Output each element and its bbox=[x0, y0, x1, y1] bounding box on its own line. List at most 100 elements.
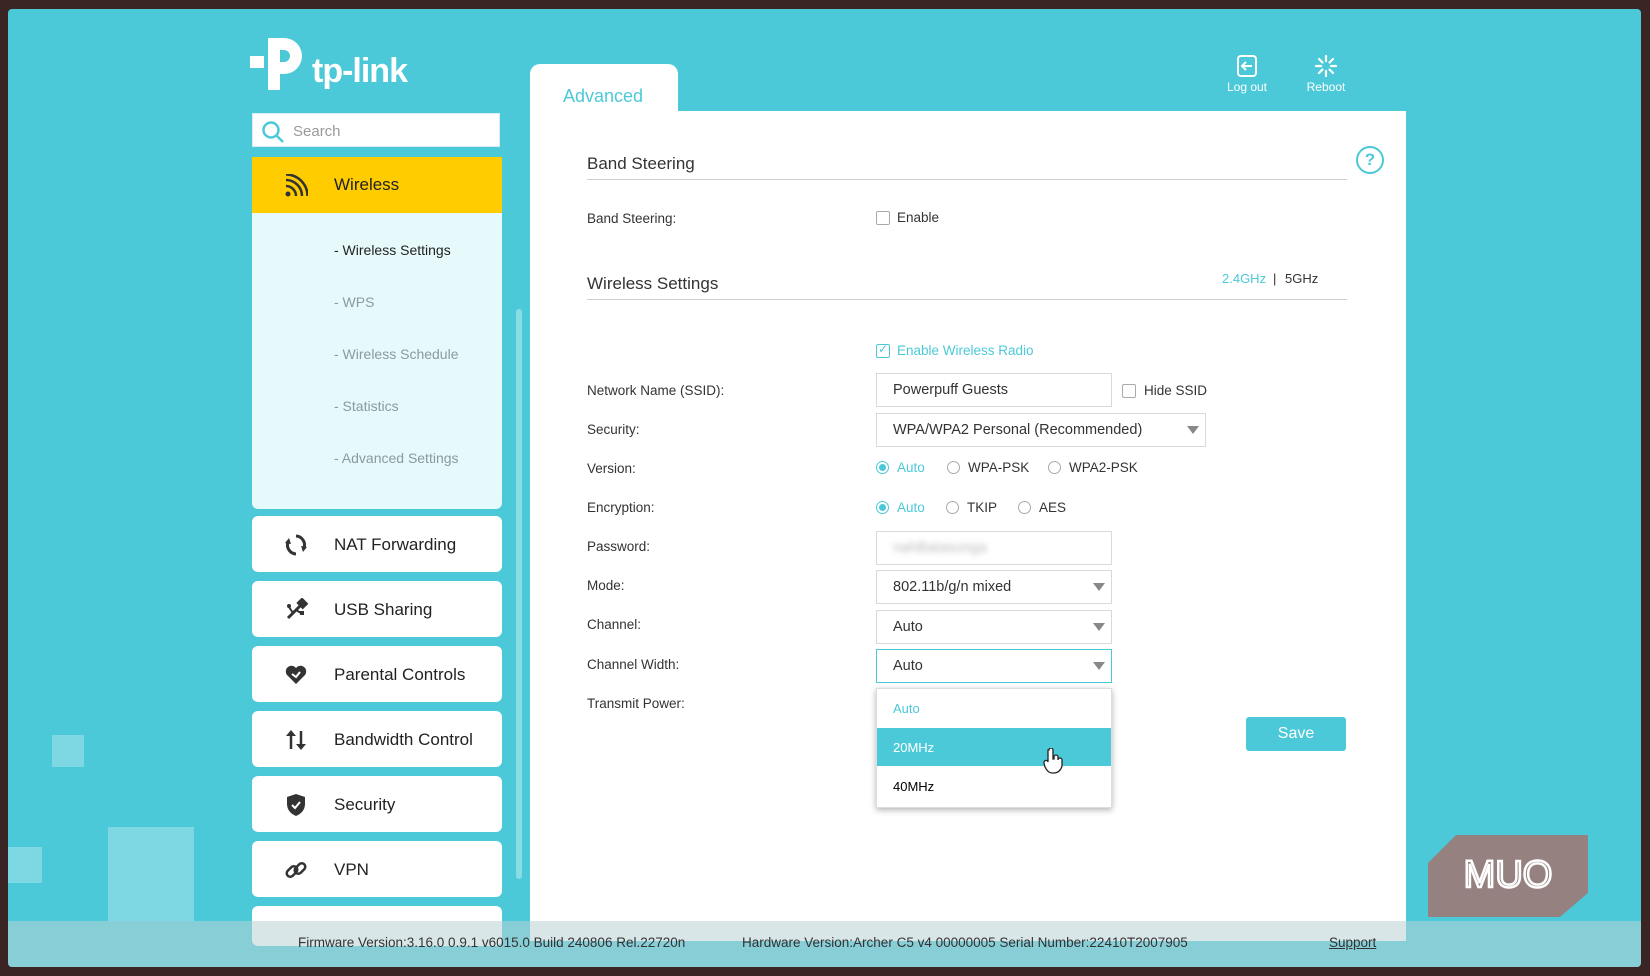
muo-watermark-logo: MUO bbox=[1428, 835, 1588, 917]
password-input[interactable]: nahBatasunga bbox=[876, 531, 1112, 565]
ssid-value: Powerpuff Guests bbox=[893, 382, 1008, 398]
logout-label: Log out bbox=[1226, 80, 1268, 94]
sidebar-item-label: Wireless bbox=[334, 175, 400, 194]
ssid-label: Network Name (SSID): bbox=[587, 383, 725, 398]
band-5ghz-link[interactable]: 5GHz bbox=[1285, 271, 1318, 286]
sidebar-item-label: NAT Forwarding bbox=[334, 535, 457, 554]
search-icon bbox=[262, 121, 284, 143]
channel-label: Channel: bbox=[587, 617, 642, 632]
dropdown-option-40mhz[interactable]: 40MHz bbox=[877, 767, 1111, 805]
search-input[interactable] bbox=[291, 118, 495, 144]
channel-width-select[interactable]: Auto bbox=[876, 649, 1112, 683]
sidebar-subitem-wps[interactable]: - WPS bbox=[334, 294, 374, 310]
ssid-input[interactable]: Powerpuff Guests bbox=[876, 373, 1112, 407]
channel-width-value: Auto bbox=[893, 658, 923, 674]
encryption-radio-auto[interactable] bbox=[876, 501, 889, 514]
logout-button[interactable]: Log out bbox=[1217, 54, 1277, 94]
version-option-label: Auto bbox=[897, 460, 925, 475]
save-button[interactable]: Save bbox=[1246, 717, 1346, 751]
version-radio-auto[interactable] bbox=[876, 461, 889, 474]
band-24ghz-link[interactable]: 2.4GHz bbox=[1222, 271, 1266, 286]
chevron-down-icon bbox=[1093, 623, 1105, 631]
band-steering-title: Band Steering bbox=[587, 154, 695, 173]
wireless-settings-title: Wireless Settings bbox=[587, 274, 719, 293]
mode-value: 802.11b/g/n mixed bbox=[893, 579, 1012, 595]
password-label: Password: bbox=[587, 539, 651, 554]
version-option-label: WPA-PSK bbox=[968, 460, 1030, 475]
mode-select[interactable]: 802.11b/g/n mixed bbox=[876, 570, 1112, 604]
mode-label: Mode: bbox=[587, 578, 625, 593]
background-decoration bbox=[8, 847, 42, 883]
sidebar-subitem-statistics[interactable]: - Statistics bbox=[334, 398, 399, 414]
up-down-arrows-icon bbox=[286, 730, 306, 750]
background-decoration bbox=[52, 735, 84, 767]
sidebar-item-parental-controls[interactable]: Parental Controls bbox=[252, 646, 502, 702]
background-decoration bbox=[108, 827, 194, 921]
enable-wireless-radio-label: Enable Wireless Radio bbox=[897, 343, 1034, 358]
hide-ssid-checkbox[interactable] bbox=[1122, 384, 1136, 398]
encryption-option-label: Auto bbox=[897, 500, 925, 515]
dropdown-option-label: Auto bbox=[893, 701, 920, 716]
enable-wireless-radio-checkbox[interactable] bbox=[876, 342, 890, 358]
sidebar-scrollbar[interactable] bbox=[516, 309, 522, 879]
channel-width-dropdown: Auto 20MHz 40MHz bbox=[876, 688, 1112, 808]
logout-icon bbox=[1237, 55, 1257, 77]
wifi-icon bbox=[285, 174, 308, 197]
version-radio-wpa2-psk[interactable] bbox=[1048, 461, 1061, 474]
encryption-radio-tkip[interactable] bbox=[946, 501, 959, 514]
channel-select[interactable]: Auto bbox=[876, 610, 1112, 644]
band-steering-enable-label: Enable bbox=[897, 210, 940, 225]
sidebar-item-usb-sharing[interactable]: USB Sharing bbox=[252, 581, 502, 637]
version-option-label: WPA2-PSK bbox=[1069, 460, 1138, 475]
version-label: Version: bbox=[587, 461, 636, 476]
dropdown-option-20mhz[interactable]: 20MHz bbox=[877, 728, 1111, 774]
watermark-text: MUO bbox=[1464, 854, 1553, 896]
encryption-option-label: TKIP bbox=[967, 500, 998, 515]
hide-ssid-label: Hide SSID bbox=[1144, 383, 1208, 398]
link-icon bbox=[285, 861, 307, 879]
sidebar-item-nat-forwarding[interactable]: NAT Forwarding bbox=[252, 516, 502, 572]
sidebar-subitem-wireless-schedule[interactable]: - Wireless Schedule bbox=[334, 346, 459, 362]
version-radio-wpa-psk[interactable] bbox=[947, 461, 960, 474]
encryption-option-label: AES bbox=[1039, 500, 1067, 515]
sidebar-subitem-wireless-settings[interactable]: - Wireless Settings bbox=[334, 242, 451, 258]
dropdown-option-auto[interactable]: Auto bbox=[877, 689, 1111, 727]
sidebar-item-label: Parental Controls bbox=[334, 665, 466, 684]
sidebar-item-security[interactable]: Security bbox=[252, 776, 502, 832]
chevron-down-icon bbox=[1093, 583, 1105, 591]
tp-link-logo: tp-link bbox=[250, 34, 420, 104]
shield-icon bbox=[287, 794, 305, 816]
dropdown-option-label: 20MHz bbox=[893, 740, 935, 755]
support-link[interactable]: Support bbox=[1329, 935, 1376, 950]
usb-icon bbox=[286, 598, 308, 620]
sidebar-item-label: Bandwidth Control bbox=[334, 730, 473, 749]
dropdown-option-label: 40MHz bbox=[893, 779, 935, 794]
divider bbox=[587, 299, 1347, 300]
transmit-power-label: Transmit Power: bbox=[587, 696, 685, 711]
band-separator: | bbox=[1273, 271, 1277, 286]
sidebar-item-wireless[interactable]: Wireless bbox=[252, 157, 502, 213]
band-steering-checkbox[interactable] bbox=[876, 211, 890, 225]
tp-link-logo-icon bbox=[250, 38, 302, 90]
encryption-label: Encryption: bbox=[587, 500, 655, 515]
sidebar-subitem-advanced-settings[interactable]: - Advanced Settings bbox=[334, 450, 459, 466]
sidebar-item-bandwidth-control[interactable]: Bandwidth Control bbox=[252, 711, 502, 767]
reboot-button[interactable]: Reboot bbox=[1296, 54, 1356, 94]
security-select[interactable]: WPA/WPA2 Personal (Recommended) bbox=[876, 413, 1206, 447]
security-label: Security: bbox=[587, 422, 640, 437]
band-steering-label: Band Steering: bbox=[587, 211, 677, 226]
brand-name: tp-link bbox=[312, 52, 408, 90]
sidebar-item-vpn[interactable]: VPN bbox=[252, 841, 502, 897]
hardware-version: Hardware Version:Archer C5 v4 00000005 S… bbox=[742, 935, 1188, 950]
sidebar-item-label: VPN bbox=[334, 860, 369, 879]
help-icon[interactable]: ? bbox=[1356, 146, 1384, 174]
channel-width-label: Channel Width: bbox=[587, 657, 680, 672]
password-value: nahBatasunga bbox=[893, 540, 987, 556]
encryption-radio-aes[interactable] bbox=[1018, 501, 1031, 514]
router-admin-page: tp-link Wireless - Wireless Settings - W… bbox=[8, 9, 1641, 967]
firmware-version: Firmware Version:3.16.0 0.9.1 v6015.0 Bu… bbox=[298, 935, 686, 950]
chevron-down-icon bbox=[1187, 426, 1199, 434]
sidebar-item-label: USB Sharing bbox=[334, 600, 433, 619]
security-value: WPA/WPA2 Personal (Recommended) bbox=[893, 422, 1143, 438]
sidebar-group-wireless: Wireless - Wireless Settings - WPS - Wir… bbox=[252, 157, 502, 509]
